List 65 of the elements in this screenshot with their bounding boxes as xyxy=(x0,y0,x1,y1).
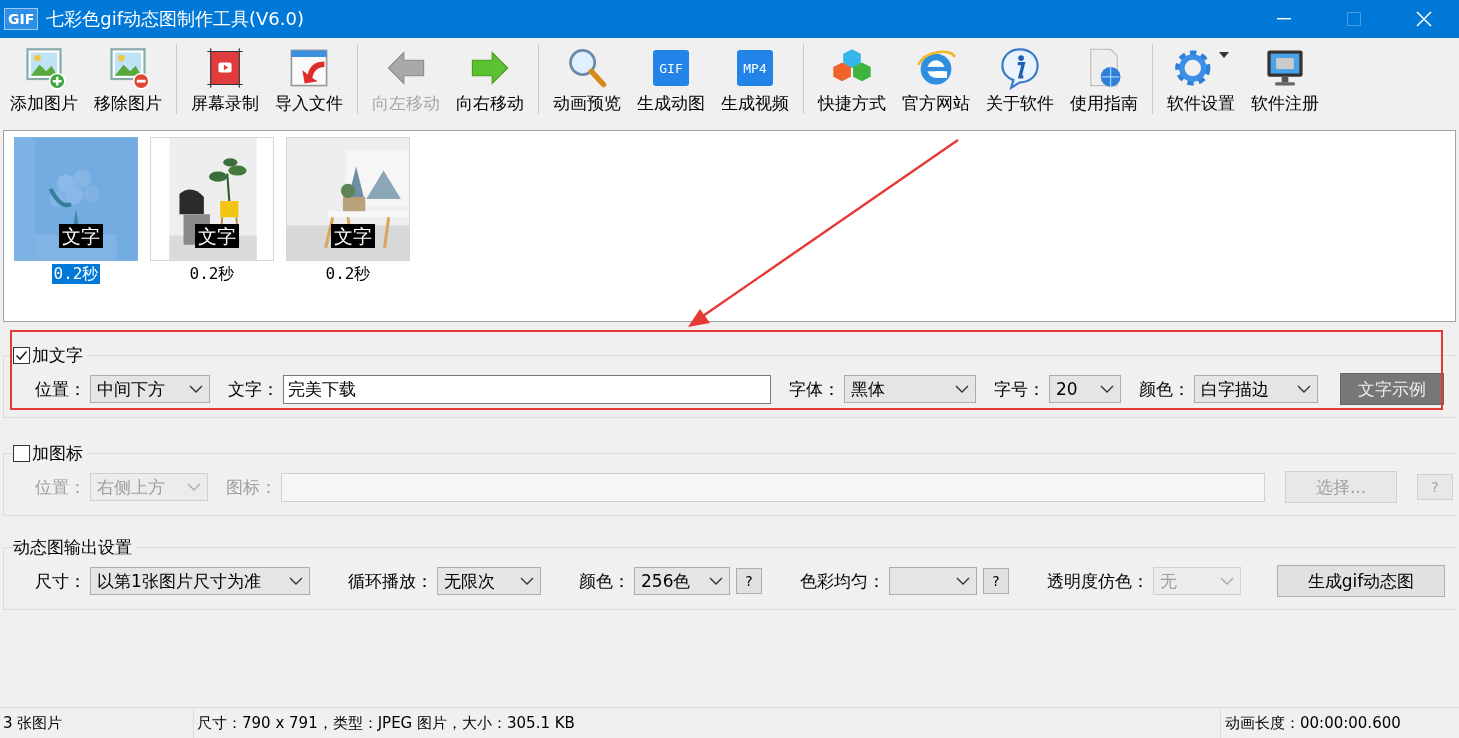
caption-label: 文字 xyxy=(59,224,103,248)
text-field[interactable]: 完美下载 xyxy=(283,374,771,404)
field-label: 循环播放： xyxy=(348,569,433,593)
toolbar-button[interactable]: 软件注册 xyxy=(1243,42,1327,117)
field-label: 颜色： xyxy=(579,569,630,593)
checkbox[interactable] xyxy=(13,347,30,364)
dropdown[interactable]: 无限次 xyxy=(437,567,541,595)
close-icon[interactable] xyxy=(1416,11,1432,27)
toolbar-button[interactable]: 导入文件 xyxy=(267,42,351,117)
dropdown[interactable]: 中间下方 xyxy=(90,375,210,403)
toolbar-button[interactable]: 软件设置 xyxy=(1159,42,1243,117)
format-badge: GIF xyxy=(653,50,689,86)
dropdown[interactable]: 黑体 xyxy=(844,375,976,403)
dropdown[interactable]: 白字描边 xyxy=(1194,375,1318,403)
toolbar-button[interactable]: 移除图片 xyxy=(86,42,170,117)
field-label: 文字： xyxy=(228,377,279,401)
group-title: 动态图输出设置 xyxy=(13,536,132,559)
toolbar-button[interactable]: 动画预览 xyxy=(545,42,629,117)
duration-label[interactable]: 0.2秒 xyxy=(51,264,101,284)
chevron-down-icon[interactable] xyxy=(289,577,303,585)
field-label: 字号： xyxy=(994,377,1045,401)
chevron-down-icon[interactable] xyxy=(189,385,203,393)
field-label: 颜色： xyxy=(1139,377,1190,401)
help-button[interactable]: ? xyxy=(983,568,1009,594)
field-label: 尺寸： xyxy=(35,569,86,593)
toolbar-button[interactable]: 关于软件 xyxy=(978,42,1062,117)
toolbar-button[interactable]: 官方网站 xyxy=(894,42,978,117)
preview-button[interactable]: 文字示例 xyxy=(1340,373,1444,405)
field-label: 字体： xyxy=(789,377,840,401)
toolbar-button[interactable]: 向右移动 xyxy=(448,42,532,117)
toolbar-button[interactable]: 添加图片 xyxy=(2,42,86,117)
toolbar-button[interactable]: 快捷方式 xyxy=(810,42,894,117)
dropdown[interactable]: 20 xyxy=(1049,375,1121,403)
toolbar-button[interactable]: MP4 生成视频 xyxy=(713,42,797,117)
field-label: 位置： xyxy=(35,475,86,499)
caret-icon[interactable] xyxy=(1219,52,1229,58)
caption-label: 文字 xyxy=(195,224,239,248)
app-logo: GIF xyxy=(4,8,39,30)
status-text: 3 张图片 xyxy=(0,708,194,738)
chevron-down-icon[interactable] xyxy=(956,577,970,585)
field-label: 色彩均匀： xyxy=(800,569,885,593)
chevron-down-icon[interactable] xyxy=(955,385,969,393)
field-label: 图标： xyxy=(226,475,277,499)
format-badge: MP4 xyxy=(737,50,773,86)
help-button[interactable]: ? xyxy=(736,568,762,594)
window-title: 七彩色gif动态图制作工具(V6.0) xyxy=(46,7,305,31)
duration-label[interactable]: 0.2秒 xyxy=(187,264,237,284)
action-button[interactable]: 生成gif动态图 xyxy=(1277,565,1445,597)
dropdown[interactable]: 以第1张图片尺寸为准 xyxy=(90,567,310,595)
duration-label[interactable]: 0.2秒 xyxy=(323,264,373,284)
dropdown[interactable]: 256色 xyxy=(634,567,730,595)
toolbar-button[interactable]: GIF 生成动图 xyxy=(629,42,713,117)
info-icon xyxy=(998,46,1042,90)
field-label: 位置： xyxy=(35,377,86,401)
status-text: 尺寸：790 x 791，类型：JPEG 图片，大小：305.1 KB xyxy=(194,708,1221,738)
field-label: 透明度仿色： xyxy=(1047,569,1149,593)
caption-label: 文字 xyxy=(331,224,375,248)
chevron-down-icon[interactable] xyxy=(709,577,723,585)
toolbar-button[interactable]: 使用指南 xyxy=(1062,42,1146,117)
chevron-down-icon[interactable] xyxy=(1297,385,1311,393)
toolbar-button[interactable]: 屏幕录制 xyxy=(183,42,267,117)
checkbox-label[interactable]: 加文字 xyxy=(32,344,83,367)
chevron-down-icon[interactable] xyxy=(1100,385,1114,393)
status-text: 动画长度：00:00:00.600 xyxy=(1224,712,1402,734)
chevron-down-icon[interactable] xyxy=(520,577,534,585)
